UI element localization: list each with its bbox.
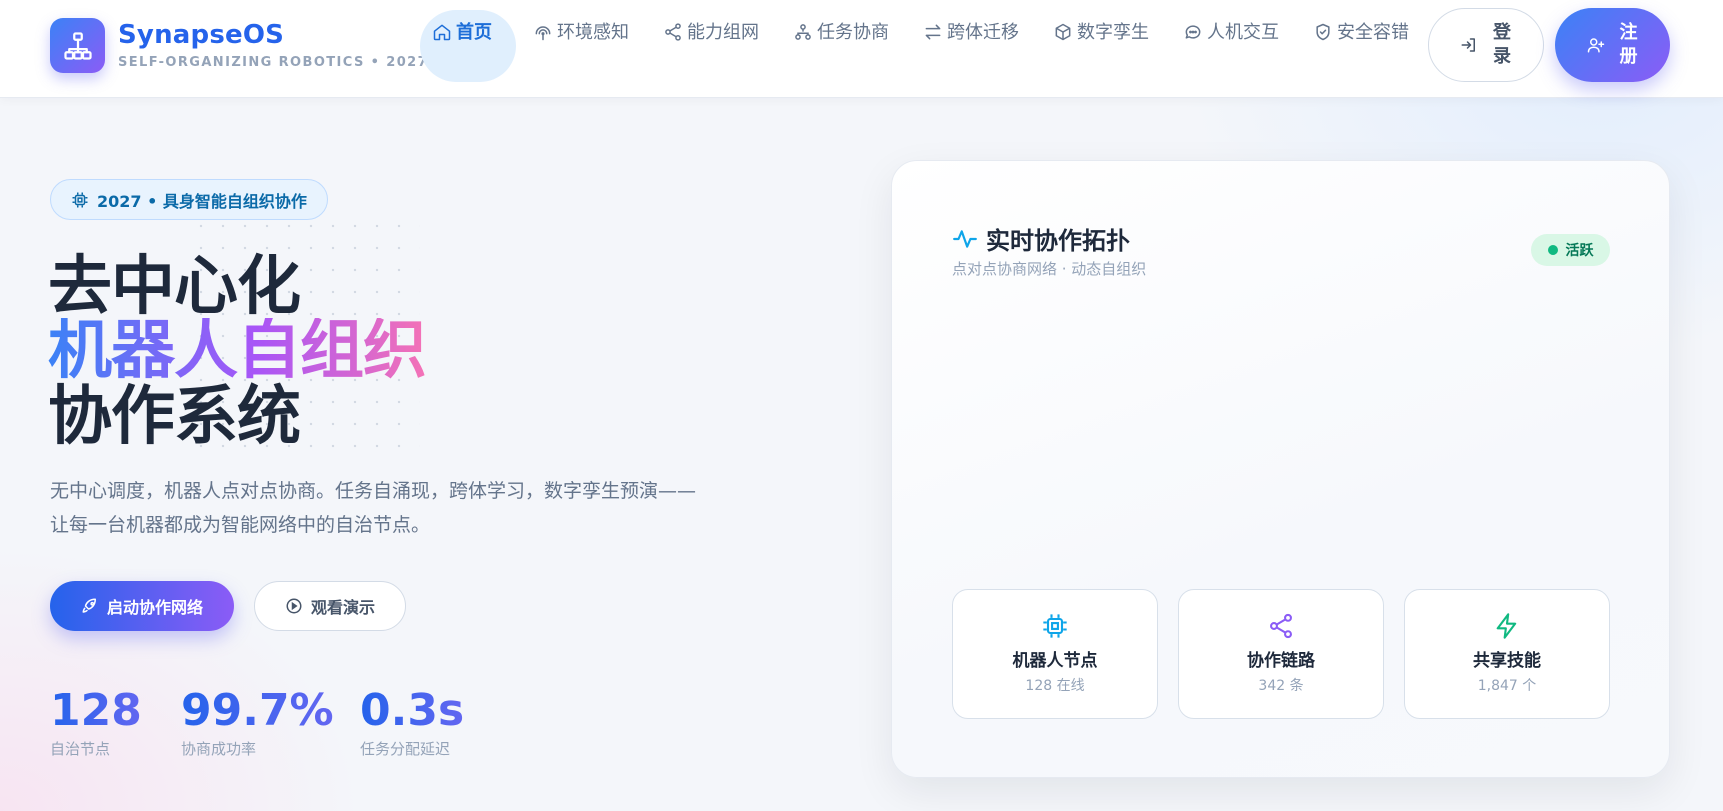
- topology-title: 实时协作拓扑: [952, 221, 1130, 256]
- nav-item-perception[interactable]: 环境感知: [521, 10, 645, 82]
- login-button[interactable]: 登录: [1428, 8, 1544, 82]
- radar-icon: [535, 26, 551, 41]
- chip-icon: [1043, 614, 1067, 638]
- hero-title-line3: 协作系统: [48, 380, 301, 454]
- start-network-label: 启动协作网络: [106, 598, 203, 617]
- nav-label: 数字孪生: [1077, 22, 1149, 43]
- stat-label: 自治节点: [50, 740, 111, 758]
- card-value: 342 条: [1258, 678, 1304, 694]
- collab-links-card[interactable]: 协作链路 342 条: [1178, 589, 1384, 719]
- play-circle-icon: [286, 598, 302, 614]
- logo[interactable]: [50, 18, 105, 73]
- card-title: 共享技能: [1473, 651, 1541, 671]
- topology-subtitle: 点对点协商网络 · 动态自组织: [952, 260, 1147, 278]
- brand-tagline: SELF-ORGANIZING ROBOTICS • 2027: [118, 55, 429, 70]
- transfer-icon: [925, 24, 941, 40]
- nav-item-digital-twin[interactable]: 数字孪生: [1041, 10, 1165, 82]
- shared-skills-card[interactable]: 共享技能 1,847 个: [1404, 589, 1610, 719]
- watch-demo-label: 观看演示: [310, 598, 375, 617]
- card-value: 1,847 个: [1477, 678, 1537, 694]
- share-icon: [665, 23, 681, 41]
- register-button[interactable]: 注册: [1555, 8, 1670, 82]
- stat-value: 128: [50, 685, 142, 736]
- nav-label: 人机交互: [1207, 22, 1279, 43]
- user-plus-icon: [1587, 38, 1604, 53]
- hero-badge-text: 2027 • 具身智能自组织协作: [97, 191, 307, 211]
- nav-label: 任务协商: [817, 22, 889, 43]
- chip-icon: [72, 192, 88, 207]
- home-icon: [433, 24, 451, 41]
- hierarchy-icon: [795, 24, 811, 40]
- status-text: 活跃: [1565, 243, 1594, 259]
- activity-icon: [953, 229, 977, 248]
- card-title: 机器人节点: [1012, 651, 1098, 671]
- card-title: 协作链路: [1247, 651, 1315, 671]
- brand-name[interactable]: SynapseOS: [118, 20, 284, 50]
- nav-label: 跨体迁移: [947, 22, 1019, 43]
- login-icon: [1461, 38, 1475, 52]
- card-value: 128 在线: [1025, 678, 1085, 694]
- nav-item-safety[interactable]: 安全容错: [1301, 10, 1425, 82]
- nav-item-negotiation[interactable]: 任务协商: [781, 10, 905, 82]
- stat-label: 任务分配延迟: [360, 740, 451, 758]
- start-network-button[interactable]: 启动协作网络: [50, 581, 234, 631]
- hero-badge: 2027 • 具身智能自组织协作: [50, 179, 328, 220]
- register-label: 注册: [1619, 22, 1638, 67]
- watch-demo-button[interactable]: 观看演示: [254, 581, 406, 631]
- rocket-icon: [82, 598, 96, 613]
- hero-title-line2: 机器人自组织: [48, 314, 427, 388]
- login-label: 登录: [1493, 22, 1511, 67]
- stat-value: 99.7%: [181, 685, 334, 736]
- nav-label: 环境感知: [557, 22, 629, 43]
- network-icon: [63, 31, 92, 60]
- nav-label: 首页: [456, 22, 492, 43]
- robot-nodes-card[interactable]: 机器人节点 128 在线: [952, 589, 1158, 719]
- shield-icon: [1316, 23, 1330, 41]
- share-icon: [1270, 613, 1292, 639]
- nav-label: 能力组网: [687, 22, 759, 43]
- hero-title-line1: 去中心化: [48, 250, 301, 324]
- stat-label: 协商成功率: [181, 740, 257, 758]
- topology-title-text: 实时协作拓扑: [986, 227, 1130, 255]
- status-dot: [1547, 245, 1558, 255]
- nav-label: 安全容错: [1337, 22, 1409, 43]
- hero-description: 无中心调度，机器人点对点协商。任务自涌现，跨体学习，数字孪生预演——让每一台机器…: [50, 480, 697, 536]
- nav-item-networking[interactable]: 能力组网: [651, 10, 775, 82]
- status-badge: 活跃: [1531, 234, 1610, 266]
- stat-value: 0.3s: [360, 685, 465, 736]
- bolt-icon: [1496, 613, 1517, 639]
- nav-item-migration[interactable]: 跨体迁移: [911, 10, 1035, 82]
- topology-card: 实时协作拓扑 点对点协商网络 · 动态自组织 活跃 机器人节点 128 在线 协…: [891, 160, 1670, 778]
- stat-latency: 0.3s 任务分配延迟: [360, 686, 464, 759]
- top-navbar: SynapseOS SELF-ORGANIZING ROBOTICS • 202…: [0, 0, 1723, 98]
- nav-item-hri[interactable]: 人机交互: [1171, 10, 1295, 82]
- chat-icon: [1185, 25, 1201, 39]
- stat-success-rate: 99.7% 协商成功率: [181, 686, 334, 759]
- nav-item-home[interactable]: 首页: [420, 10, 516, 82]
- cube-icon: [1055, 23, 1071, 41]
- stat-nodes: 128 自治节点: [50, 686, 142, 759]
